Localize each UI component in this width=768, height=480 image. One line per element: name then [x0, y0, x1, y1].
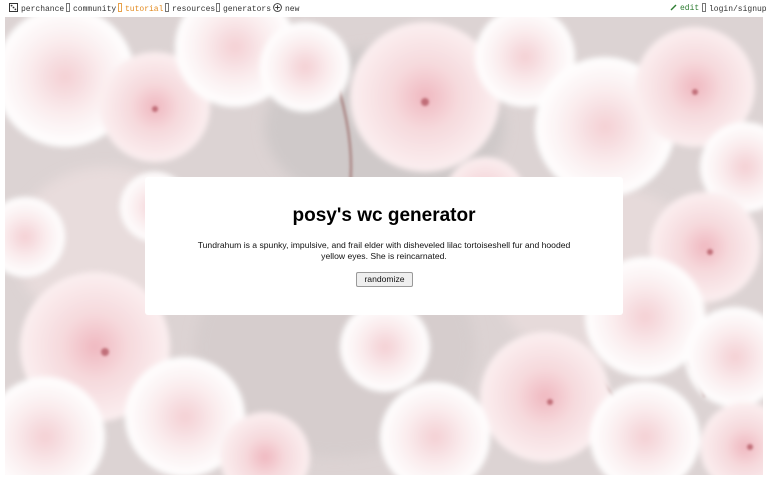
- plus-circle-icon: [273, 3, 282, 16]
- resources-icon: [165, 3, 169, 16]
- nav-new-link[interactable]: new: [273, 3, 299, 14]
- nav-community-label: community: [73, 5, 117, 14]
- dice-icon: [9, 3, 18, 16]
- nav-new-label: new: [285, 5, 300, 14]
- nav-perchance-link[interactable]: perchance: [9, 3, 64, 14]
- nav-tutorial-link[interactable]: tutorial: [118, 3, 163, 14]
- community-icon: [66, 3, 70, 16]
- login-signup-link[interactable]: login/signup: [702, 3, 767, 14]
- nav-community-link[interactable]: community: [66, 3, 116, 14]
- user-icon: [702, 3, 706, 16]
- generator-card: posy's wc generator Tundrahum is a spunk…: [145, 177, 623, 315]
- generators-icon: [216, 3, 220, 16]
- randomize-button[interactable]: randomize: [356, 272, 413, 287]
- nav-perchance-label: perchance: [21, 5, 65, 14]
- edit-label: edit: [680, 4, 700, 13]
- edit-link[interactable]: edit: [670, 3, 699, 14]
- nav-generators-label: generators: [223, 5, 272, 14]
- nav-tutorial-label: tutorial: [125, 5, 164, 14]
- tutorial-icon: [118, 3, 122, 16]
- top-navigation-bar: perchance community tutorial resources g…: [0, 0, 768, 16]
- login-signup-label: login/signup: [709, 5, 767, 14]
- nav-resources-link[interactable]: resources: [165, 3, 215, 14]
- pencil-icon: [670, 4, 677, 15]
- nav-resources-label: resources: [172, 5, 216, 14]
- generator-output-text: Tundrahum is a spunky, impulsive, and fr…: [197, 240, 571, 261]
- generator-title: posy's wc generator: [292, 205, 476, 226]
- nav-generators-link[interactable]: generators: [216, 3, 271, 14]
- background-image: posy's wc generator Tundrahum is a spunk…: [5, 17, 763, 475]
